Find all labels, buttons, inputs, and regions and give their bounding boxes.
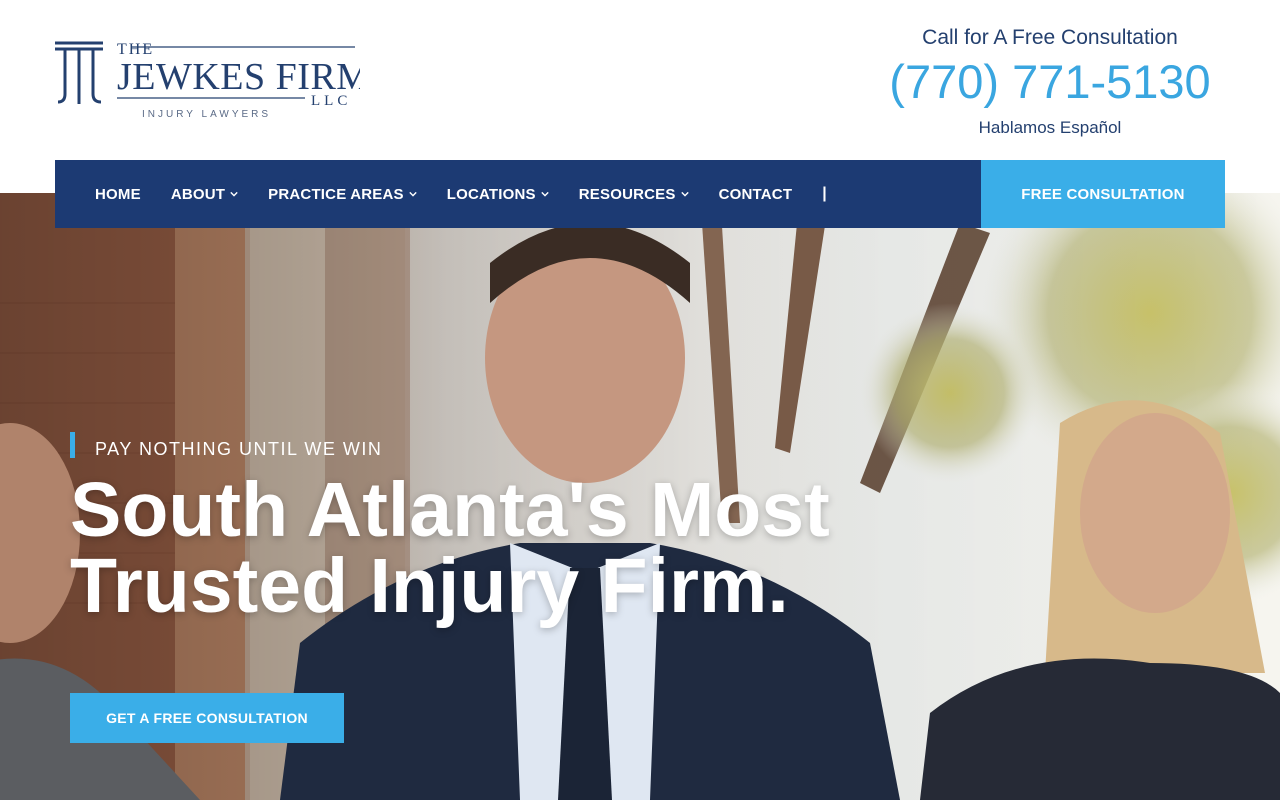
- spanish-note: Hablamos Español: [978, 118, 1122, 137]
- hero-section: PAY NOTHING UNTIL WE WIN South Atlanta's…: [0, 193, 1280, 800]
- hero-eyebrow-text: PAY NOTHING UNTIL WE WIN: [95, 439, 383, 459]
- brand-logo[interactable]: THE JEWKES FIRM LLC INJURY LAWYERS: [55, 40, 360, 122]
- nav-item-home[interactable]: HOME: [95, 186, 141, 203]
- chevron-down-icon: [230, 191, 238, 197]
- hero-eyebrow: PAY NOTHING UNTIL WE WIN: [70, 432, 930, 460]
- nav-item-label: RESOURCES: [578, 185, 676, 203]
- nav-item-locations[interactable]: LOCATIONS: [447, 186, 549, 203]
- nav-item-label: LOCATIONS: [446, 185, 536, 203]
- chevron-down-icon: [541, 191, 549, 197]
- main-nav: HOME ABOUT PRACTICE AREAS LOCATIONS RESO…: [55, 160, 1225, 228]
- nav-item-label: HOME: [95, 185, 141, 203]
- nav-item-resources[interactable]: RESOURCES: [579, 186, 689, 203]
- nav-item-contact[interactable]: CONTACT: [719, 186, 793, 203]
- chevron-down-icon: [680, 191, 689, 197]
- eyebrow-accent-bar: [70, 432, 75, 458]
- nav-item-label: CONTACT: [718, 185, 793, 203]
- brand-suffix-text: LLC: [311, 93, 351, 109]
- headline-line-2: Trusted Injury Firm.: [70, 543, 789, 629]
- call-cta-text: Call for A Free Consultation: [922, 26, 1178, 49]
- hero-content: PAY NOTHING UNTIL WE WIN South Atlanta's…: [70, 432, 930, 629]
- nav-item-label: ABOUT: [170, 185, 226, 203]
- brand-name-text: JEWKES FIRM: [117, 56, 360, 98]
- nav-item-practice-areas[interactable]: PRACTICE AREAS: [268, 186, 417, 203]
- header-contact: Call for A Free Consultation (770) 771-5…: [870, 24, 1230, 138]
- free-consultation-button[interactable]: FREE CONSULTATION: [981, 160, 1225, 228]
- nav-separator: |: [822, 185, 827, 202]
- nav-item-about[interactable]: ABOUT: [171, 186, 238, 203]
- headline-line-1: South Atlanta's Most: [70, 467, 830, 553]
- chevron-down-icon: [409, 191, 417, 197]
- nav-item-label: PRACTICE AREAS: [268, 185, 404, 203]
- monogram-icon: [55, 41, 103, 104]
- hero-headline: South Atlanta's Most Trusted Injury Firm…: [70, 467, 930, 629]
- brand-tagline-text: INJURY LAWYERS: [142, 109, 271, 120]
- get-free-consultation-button[interactable]: GET A FREE CONSULTATION: [70, 693, 344, 743]
- phone-link[interactable]: (770) 771-5130: [870, 54, 1230, 110]
